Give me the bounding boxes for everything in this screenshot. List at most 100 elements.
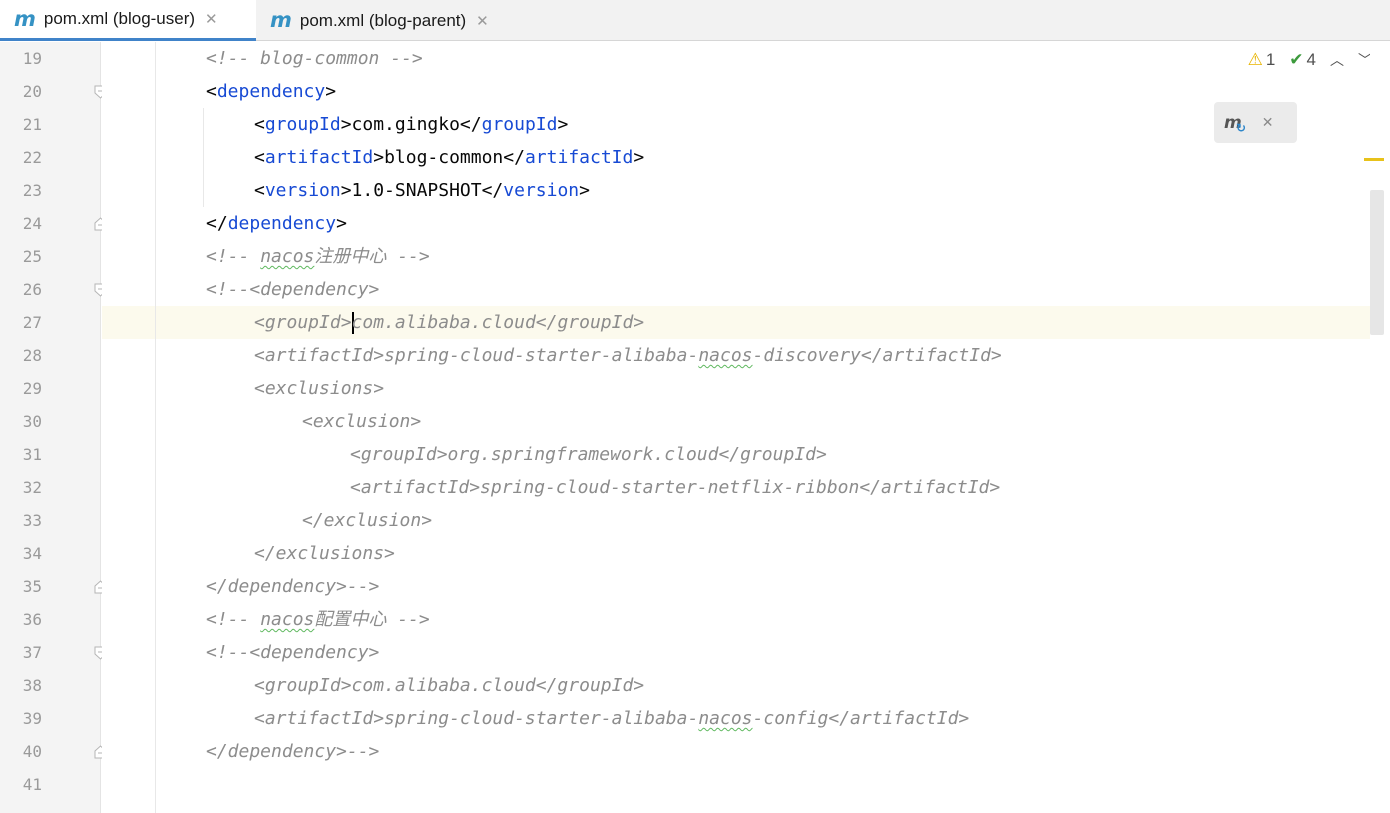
comment-text: <groupId>com.alibaba.cloud</groupId> (254, 675, 645, 696)
maven-m-icon: m (270, 8, 292, 32)
line-number: 27 (22, 313, 42, 332)
code-line-36[interactable]: <!-- nacos配置中心 --> (206, 603, 430, 636)
xml-tag: dependency (216, 81, 326, 102)
line-number: 34 (22, 544, 42, 563)
code-line-37[interactable]: <!--<dependency> (206, 636, 379, 669)
comment-text: nacos (260, 609, 315, 630)
line-number: 20 (22, 82, 42, 101)
code-line-28[interactable]: <artifactId>spring-cloud-starter-alibaba… (254, 339, 1002, 372)
tab-label: pom.xml (blog-parent) (299, 10, 467, 30)
comment-text: <artifactId>spring-cloud-starter-alibaba… (254, 708, 699, 729)
comment-text: </exclusions> (254, 543, 395, 564)
code-line-33[interactable]: </exclusion> (302, 504, 432, 537)
warnings-count-label: 1 (1265, 50, 1276, 69)
maven-load-changes-popup: m ↻ ✕ (1214, 102, 1297, 143)
comment-text: <exclusions> (254, 378, 385, 399)
code-line-29[interactable]: <exclusions> (254, 372, 384, 405)
xml-tag: artifactId (264, 147, 374, 168)
comment-text: 注册中心 (314, 246, 387, 267)
comment-text: <!-- (206, 609, 261, 630)
code-line-24[interactable]: </dependency> (206, 207, 347, 240)
code-line-34[interactable]: </exclusions> (254, 537, 395, 570)
tab-pom-blog-user[interactable]: m pom.xml (blog-user) ✕ (0, 0, 256, 41)
line-number: 33 (22, 511, 42, 530)
comment-text: <!--<dependency> (206, 642, 380, 663)
line-number: 25 (22, 247, 42, 266)
tab-label: pom.xml (blog-user) (43, 9, 196, 28)
code-line-38[interactable]: <groupId>com.alibaba.cloud</groupId> (254, 669, 644, 702)
warning-marker[interactable] (1364, 158, 1384, 161)
xml-tag: dependency (227, 213, 337, 234)
line-number: 26 (22, 280, 42, 299)
line-number: 24 (22, 214, 42, 233)
comment-text: <groupId>org.springframework.cloud</grou… (350, 444, 827, 465)
comment-text: -discovery</artifactId> (752, 345, 1002, 366)
previous-highlighted-error-icon[interactable]: ︿ (1330, 50, 1344, 70)
line-number-gutter[interactable]: 19 20 21 22 23 24 25 26 27 28 29 30 31 3… (0, 42, 107, 813)
comment-text: <artifactId>spring-cloud-starter-alibaba… (254, 345, 699, 366)
line-number: 37 (22, 643, 42, 662)
code-line-30[interactable]: <exclusion> (302, 405, 421, 438)
line-number: 32 (22, 478, 42, 497)
line-number: 38 (22, 676, 42, 695)
xml-tag: version (503, 180, 580, 201)
line-number: 31 (22, 445, 42, 464)
warning-icon: ⚠ (1247, 50, 1263, 70)
inspection-widget[interactable]: ⚠ 1 ✔ 4 ︿ ﹀ (1248, 50, 1372, 70)
code-line-21[interactable]: <groupId>com.gingko</groupId> (254, 108, 568, 141)
line-number: 30 (22, 412, 42, 431)
line-number: 40 (22, 742, 42, 761)
close-icon[interactable]: ✕ (1262, 115, 1274, 131)
comment-text: <exclusion> (302, 411, 422, 432)
comment-text: --> (386, 246, 430, 267)
comment-text: nacos (698, 345, 753, 366)
line-number: 39 (22, 709, 42, 728)
double-check-icon: ✔ (1289, 50, 1304, 70)
comment-text: <!-- blog-common --> (206, 48, 423, 69)
comment-text: </exclusion> (302, 510, 433, 531)
xml-tag: version (264, 180, 341, 201)
code-line-32[interactable]: <artifactId>spring-cloud-starter-netflix… (350, 471, 1000, 504)
tab-pom-blog-parent[interactable]: m pom.xml (blog-parent) ✕ (256, 0, 536, 41)
comment-text: --> (386, 609, 430, 630)
warnings-count[interactable]: ⚠ 1 (1248, 50, 1276, 70)
indent-guide (203, 108, 204, 207)
code-line-20[interactable]: <dependency> (206, 75, 336, 108)
code-line-39[interactable]: <artifactId>spring-cloud-starter-alibaba… (254, 702, 969, 735)
code-line-22[interactable]: <artifactId>blog-common</artifactId> (254, 141, 644, 174)
xml-value: 1.0-SNAPSHOT (351, 180, 482, 201)
comment-text: <!--<dependency> (206, 279, 380, 300)
line-number: 28 (22, 346, 42, 365)
xml-tag: artifactId (524, 147, 634, 168)
indent-guide (155, 42, 156, 813)
comment-text: </dependency>--> (206, 576, 380, 597)
maven-m-icon: m (14, 6, 36, 31)
code-line-40[interactable]: </dependency>--> (206, 735, 379, 768)
comment-text: </dependency>--> (206, 741, 380, 762)
line-number: 21 (22, 115, 42, 134)
close-icon[interactable]: ✕ (476, 12, 489, 30)
weak-warnings-count-label: 4 (1306, 50, 1316, 69)
comment-text: <groupId> (254, 312, 352, 333)
comment-text: nacos (698, 708, 753, 729)
close-icon[interactable]: ✕ (205, 10, 218, 28)
comment-text: -config</artifactId> (752, 708, 970, 729)
code-editor[interactable]: <!-- blog-common --> <dependency> <group… (102, 42, 1370, 813)
comment-text: com.alibaba.cloud</groupId> (351, 312, 645, 333)
code-line-26[interactable]: <!--<dependency> (206, 273, 379, 306)
code-line-27[interactable]: <groupId>com.alibaba.cloud</groupId> (254, 306, 644, 339)
code-line-23[interactable]: <version>1.0-SNAPSHOT</version> (254, 174, 590, 207)
weak-warnings-count[interactable]: ✔ 4 (1289, 50, 1316, 70)
vertical-scrollbar-thumb[interactable] (1370, 190, 1384, 335)
comment-text: 配置中心 (314, 609, 387, 630)
maven-reload-icon[interactable]: m ↻ (1224, 113, 1246, 135)
editor-tab-bar: m pom.xml (blog-user) ✕ m pom.xml (blog-… (0, 0, 1390, 41)
code-line-35[interactable]: </dependency>--> (206, 570, 379, 603)
line-number: 35 (22, 577, 42, 596)
code-line-25[interactable]: <!-- nacos注册中心 --> (206, 240, 430, 273)
line-number: 29 (22, 379, 42, 398)
xml-value: blog-common (384, 147, 504, 168)
code-line-31[interactable]: <groupId>org.springframework.cloud</grou… (350, 438, 827, 471)
code-line-19[interactable]: <!-- blog-common --> (206, 42, 423, 75)
xml-value: com.gingko (351, 114, 460, 135)
